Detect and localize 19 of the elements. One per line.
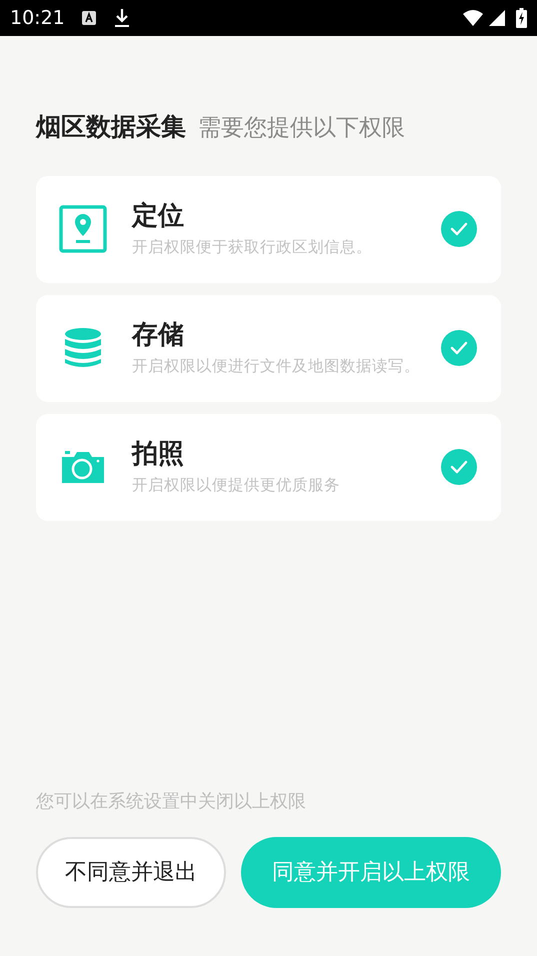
status-time: 10:21 xyxy=(10,6,65,31)
settings-note: 您可以在系统设置中关闭以上权限 xyxy=(36,790,307,814)
permission-title: 存储 xyxy=(132,320,185,352)
page-title: 烟区数据采集 xyxy=(36,111,186,143)
permission-description: 开启权限以便进行文件及地图数据读写。 xyxy=(132,356,420,376)
battery-icon xyxy=(516,8,527,28)
decline-button[interactable]: 不同意并退出 xyxy=(36,837,226,908)
camera-icon xyxy=(62,451,104,483)
notification-icon xyxy=(80,10,97,26)
permission-description: 开启权限便于获取行政区划信息。 xyxy=(132,236,372,257)
signal-icon xyxy=(488,9,506,27)
download-icon xyxy=(112,8,131,28)
permission-description: 开启权限以便提供更优质服务 xyxy=(132,474,340,495)
database-icon xyxy=(64,327,102,369)
page-subtitle: 需要您提供以下权限 xyxy=(198,114,405,143)
permission-title: 拍照 xyxy=(132,439,185,471)
location-pin-icon xyxy=(59,205,107,253)
wifi-icon xyxy=(462,9,484,27)
permission-title: 定位 xyxy=(132,201,185,233)
